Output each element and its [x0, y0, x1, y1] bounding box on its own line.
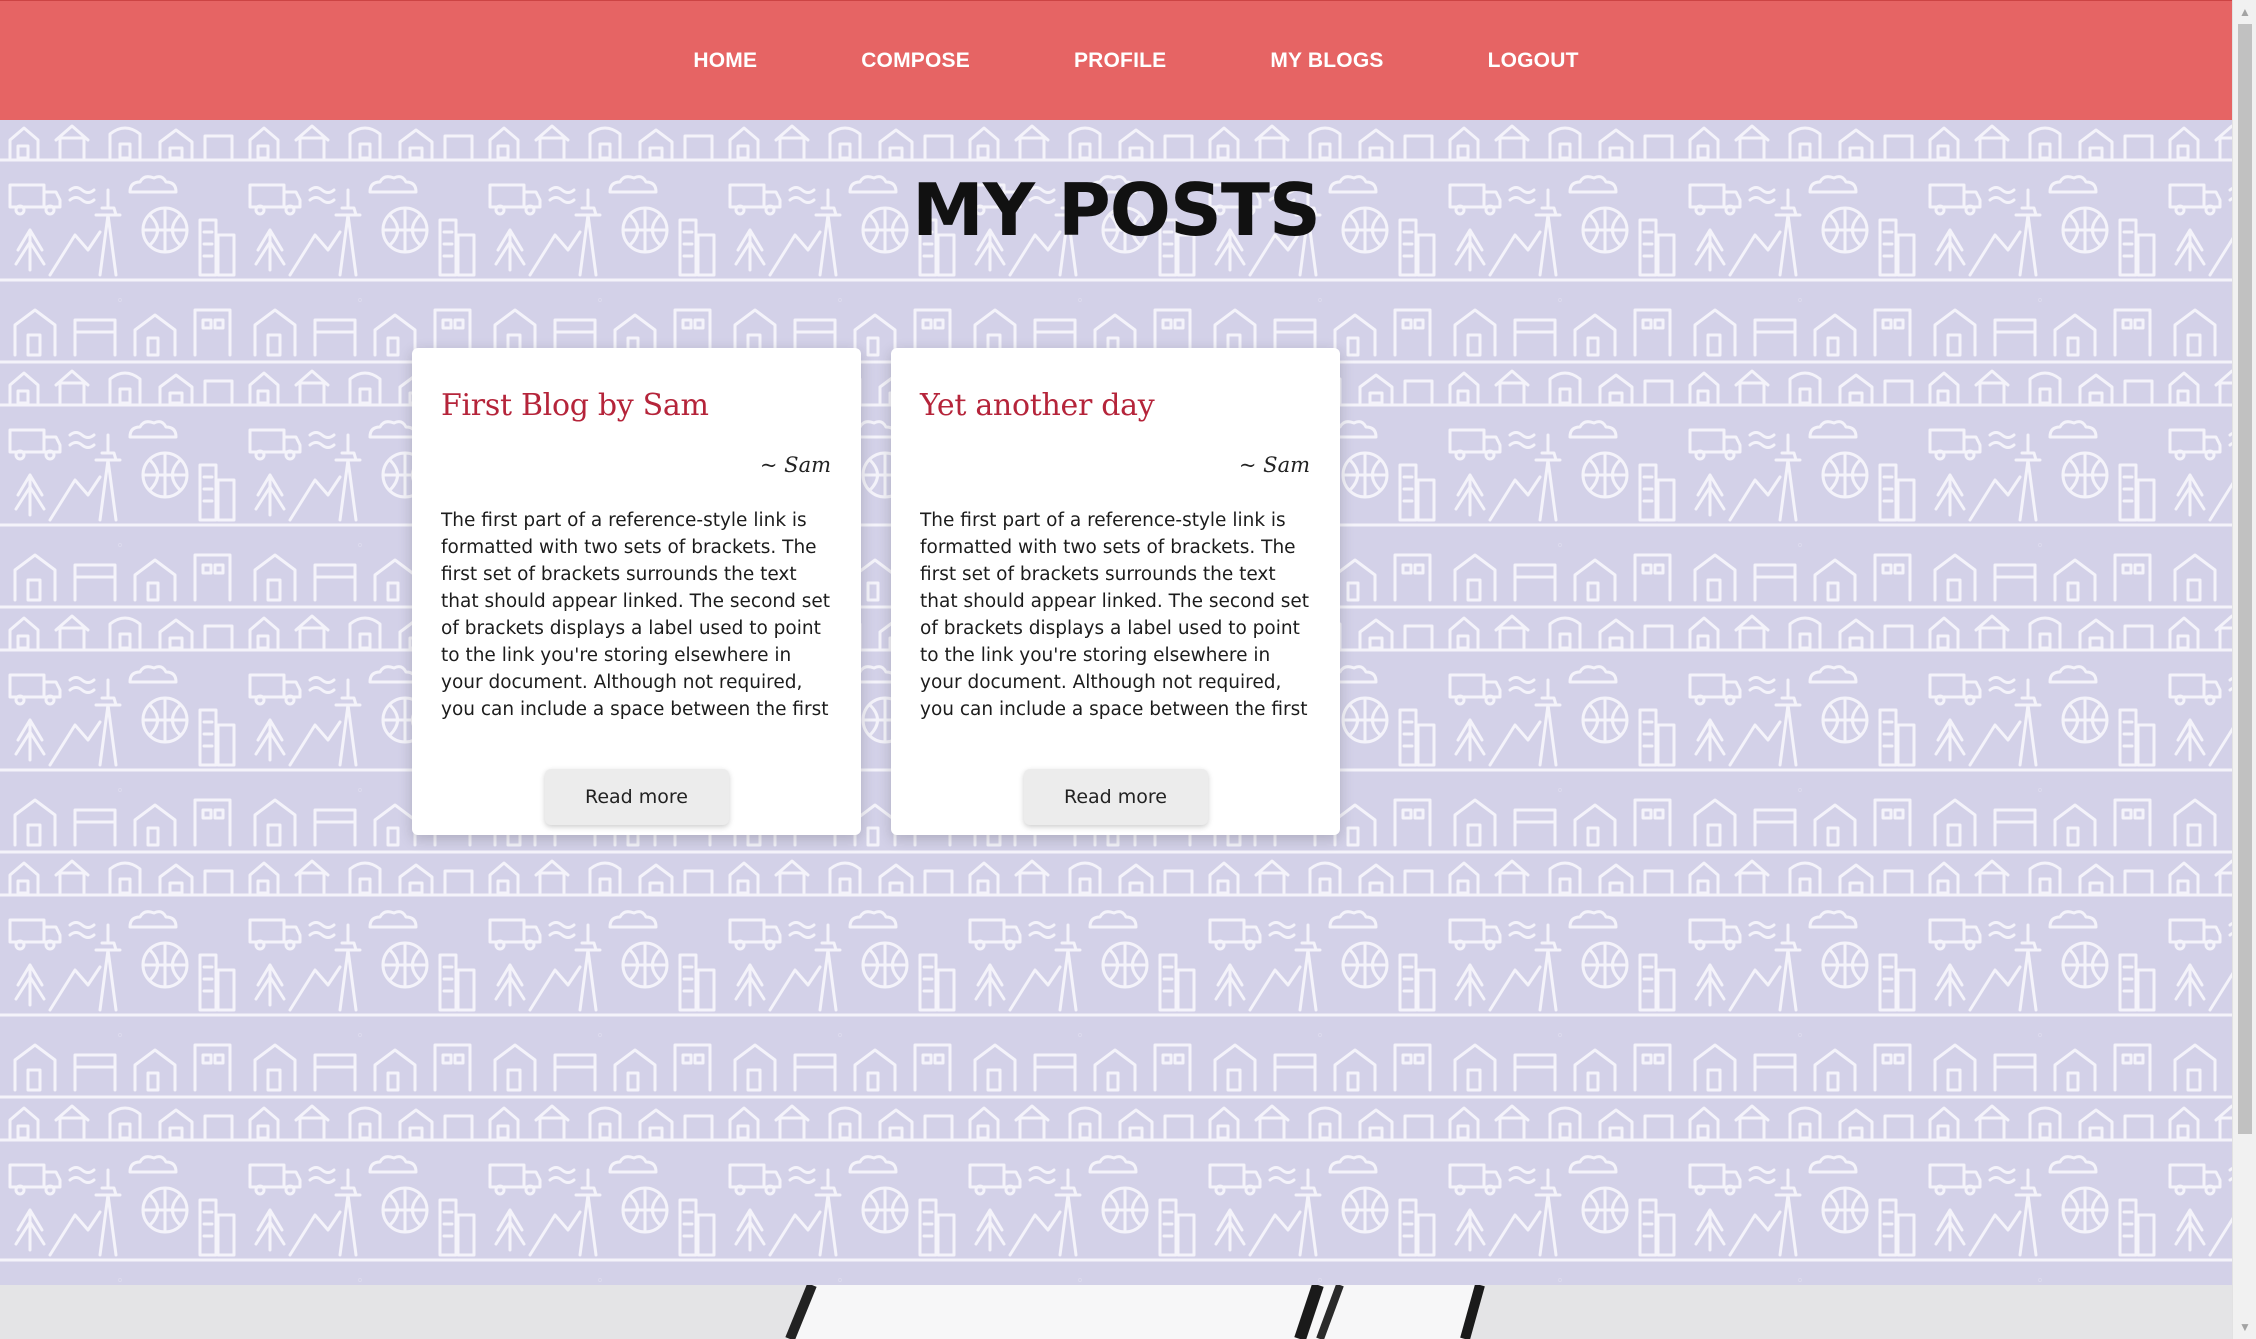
- posts-grid: First Blog by Sam ~ Sam The first part o…: [412, 348, 1340, 835]
- top-navbar: HOME COMPOSE PROFILE MY BLOGS LOGOUT: [0, 0, 2232, 120]
- nav-compose-link[interactable]: COMPOSE: [859, 45, 972, 77]
- read-more-button[interactable]: Read more: [1023, 769, 1208, 825]
- scrollbar-thumb[interactable]: [2238, 24, 2252, 1134]
- read-more-button[interactable]: Read more: [544, 769, 729, 825]
- nav-links: HOME COMPOSE PROFILE MY BLOGS LOGOUT: [691, 45, 1580, 77]
- post-card: Yet another day ~ Sam The first part of …: [891, 348, 1340, 835]
- post-card: First Blog by Sam ~ Sam The first part o…: [412, 348, 861, 835]
- vertical-scrollbar[interactable]: ▲ ▼: [2232, 0, 2256, 1339]
- scroll-down-icon[interactable]: ▼: [2233, 1315, 2256, 1339]
- nav-home-link[interactable]: HOME: [691, 45, 759, 77]
- footer-image: [0, 1285, 2232, 1339]
- notebook-photo-illustration: [0, 1285, 2232, 1339]
- page-title: MY POSTS: [912, 168, 1321, 252]
- scroll-up-icon[interactable]: ▲: [2233, 0, 2256, 24]
- post-excerpt: The first part of a reference-style link…: [920, 510, 1310, 720]
- nav-logout-link[interactable]: LOGOUT: [1486, 45, 1581, 77]
- post-author: ~ Sam: [1238, 453, 1310, 477]
- nav-my-blogs-link[interactable]: MY BLOGS: [1268, 45, 1385, 77]
- post-author: ~ Sam: [759, 453, 831, 477]
- post-title: First Blog by Sam: [441, 388, 709, 423]
- nav-profile-link[interactable]: PROFILE: [1072, 45, 1168, 77]
- post-title: Yet another day: [920, 388, 1155, 423]
- post-excerpt: The first part of a reference-style link…: [441, 510, 831, 720]
